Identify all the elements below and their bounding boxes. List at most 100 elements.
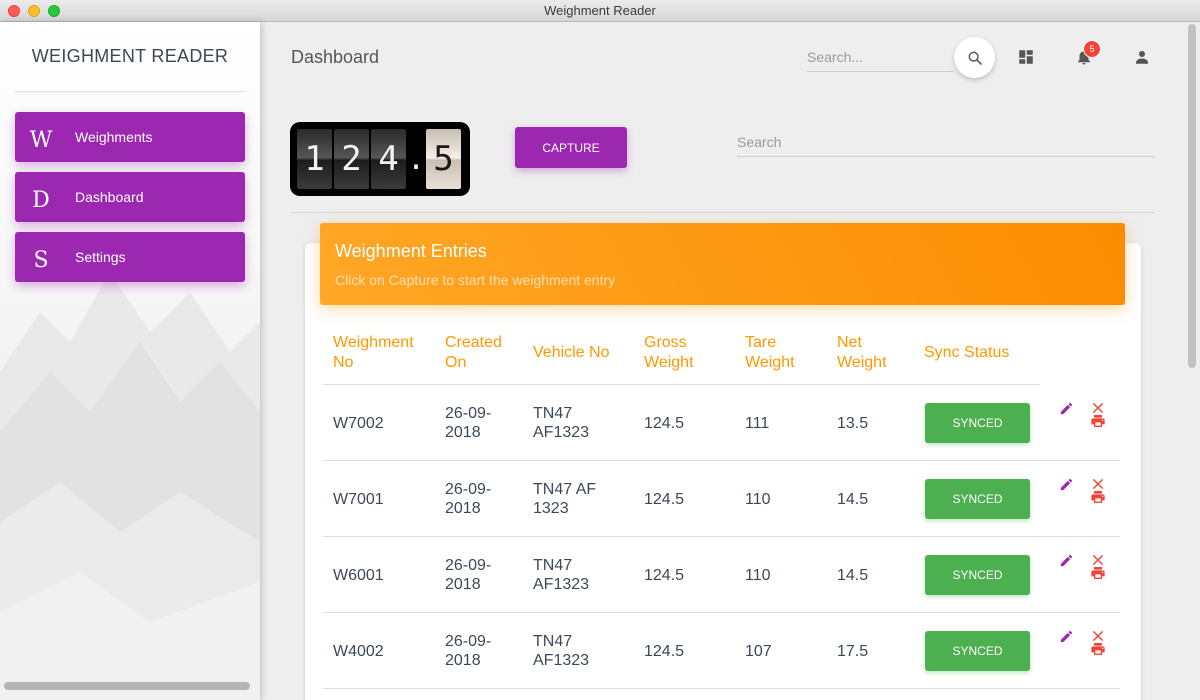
edit-button[interactable] bbox=[1057, 399, 1075, 417]
dashboard-button[interactable] bbox=[1014, 45, 1038, 69]
page-title: Dashboard bbox=[291, 47, 380, 67]
cell-line: AF1323 bbox=[533, 652, 590, 669]
header-line: Weight bbox=[644, 354, 694, 371]
header-line: Weight bbox=[837, 354, 887, 371]
sidebar-item-label: Weighments bbox=[75, 129, 153, 145]
sidebar-horizontal-scrollbar[interactable] bbox=[4, 682, 250, 690]
cell-weighment-no: W4002 bbox=[333, 642, 384, 660]
window-controls bbox=[8, 5, 60, 17]
window-title: Weighment Reader bbox=[544, 3, 656, 18]
column-header-weighment-no[interactable]: Weighment No bbox=[333, 333, 414, 373]
capture-button[interactable]: CAPTURE bbox=[515, 127, 627, 168]
cell-weighment-no: W7002 bbox=[333, 414, 384, 432]
print-button[interactable] bbox=[1089, 640, 1107, 658]
table-row: W7002 26-09- 2018 TN47 AF1323 124.5 111 13… bbox=[323, 385, 1120, 461]
column-header-gross-weight[interactable]: Gross Weight bbox=[644, 333, 694, 373]
sync-status-button[interactable]: SYNCED bbox=[925, 403, 1030, 443]
column-header-sync-status[interactable]: Sync Status bbox=[924, 343, 1009, 363]
pencil-icon bbox=[1060, 478, 1072, 490]
column-header-vehicle-no[interactable]: Vehicle No bbox=[533, 343, 610, 363]
cell-tare-weight: 111 bbox=[745, 414, 770, 432]
cell-line: 2018 bbox=[445, 576, 481, 593]
sync-status-button[interactable]: SYNCED bbox=[925, 631, 1030, 671]
sidebar-item-weighments[interactable]: W Weighments bbox=[15, 112, 245, 162]
pencil-icon bbox=[1060, 402, 1072, 414]
cell-vehicle-no: TN47 AF1323 bbox=[533, 537, 589, 613]
sync-status-button[interactable]: SYNCED bbox=[925, 555, 1030, 595]
cell-gross-weight: 124.5 bbox=[644, 566, 685, 584]
cell-net-weight: 13.5 bbox=[837, 414, 869, 432]
cell-line: TN47 AF bbox=[533, 481, 597, 498]
scale-decimal-point: . bbox=[406, 141, 426, 177]
print-button[interactable] bbox=[1089, 412, 1107, 430]
window-titlebar: Weighment Reader bbox=[0, 0, 1200, 22]
cell-line: TN47 bbox=[533, 633, 573, 650]
cell-line: AF1323 bbox=[533, 424, 590, 441]
print-button[interactable] bbox=[1089, 564, 1107, 582]
scale-digit: 1 bbox=[297, 129, 332, 189]
header-search-input[interactable] bbox=[807, 42, 954, 72]
header-line: Weight bbox=[745, 354, 795, 371]
dashboard-icon bbox=[1019, 50, 1033, 64]
edit-button[interactable] bbox=[1057, 475, 1075, 493]
sync-status-button[interactable]: SYNCED bbox=[925, 479, 1030, 519]
sidebar-item-settings[interactable]: S Settings bbox=[15, 232, 245, 282]
cell-created-on: 26-09- 2018 bbox=[445, 461, 491, 537]
entries-search-input[interactable] bbox=[737, 128, 1155, 157]
printer-icon bbox=[1091, 567, 1105, 579]
table-row: W6001 26-09- 2018 TN47 AF1323 124.5 110 14… bbox=[323, 537, 1120, 613]
app-brand: WEIGHMENT READER bbox=[15, 22, 245, 92]
sidebar-item-dashboard[interactable]: D Dashboard bbox=[15, 172, 245, 222]
header-line: Vehicle No bbox=[533, 344, 610, 361]
pencil-icon bbox=[1060, 630, 1072, 642]
card-title: Weighment Entries bbox=[335, 241, 487, 261]
header-line: Weighment bbox=[333, 334, 414, 351]
cell-line: AF1323 bbox=[533, 576, 590, 593]
cell-tare-weight: 110 bbox=[745, 566, 771, 584]
header-line: On bbox=[445, 354, 467, 371]
sidebar-item-label: Settings bbox=[75, 249, 126, 265]
main-vertical-scrollbar[interactable] bbox=[1188, 24, 1196, 368]
header-line: Created bbox=[445, 334, 502, 351]
cell-gross-weight: 124.5 bbox=[644, 490, 685, 508]
card-header: Weighment Entries Click on Capture to st… bbox=[320, 223, 1125, 305]
window-minimize-button[interactable] bbox=[28, 5, 40, 17]
cell-weighment-no: W7001 bbox=[333, 490, 384, 508]
cell-gross-weight: 124.5 bbox=[644, 642, 685, 660]
printer-icon bbox=[1091, 643, 1105, 655]
cell-line: 2018 bbox=[445, 500, 481, 517]
account-button[interactable] bbox=[1130, 45, 1154, 69]
cell-line: 1323 bbox=[533, 500, 569, 517]
print-button[interactable] bbox=[1089, 488, 1107, 506]
edit-button[interactable] bbox=[1057, 551, 1075, 569]
column-header-tare-weight[interactable]: Tare Weight bbox=[745, 333, 795, 373]
window-close-button[interactable] bbox=[8, 5, 20, 17]
sidebar-item-letter: D bbox=[32, 187, 50, 213]
cell-line: TN47 bbox=[533, 557, 573, 574]
cell-tare-weight: 110 bbox=[745, 490, 771, 508]
cell-vehicle-no: TN47 AF 1323 bbox=[533, 461, 596, 537]
header-line: Tare bbox=[745, 334, 777, 351]
scale-digit: 2 bbox=[334, 129, 369, 189]
cell-vehicle-no: TN47 AF1323 bbox=[533, 613, 589, 689]
cell-vehicle-no: TN47 AF1323 bbox=[533, 385, 589, 461]
scale-digit: 4 bbox=[371, 129, 406, 189]
person-icon bbox=[1136, 51, 1148, 64]
sidebar: WEIGHMENT READER W Weighments D Dashboar… bbox=[0, 22, 260, 700]
sidebar-item-letter: W bbox=[29, 127, 53, 153]
window-maximize-button[interactable] bbox=[48, 5, 60, 17]
header-search-button[interactable] bbox=[954, 37, 995, 78]
column-header-created-on[interactable]: Created On bbox=[445, 333, 502, 373]
cell-created-on: 26-09- 2018 bbox=[445, 385, 491, 461]
cell-created-on: 26-09- 2018 bbox=[445, 537, 491, 613]
scale-fraction-digit: 5 bbox=[426, 129, 461, 189]
edit-button[interactable] bbox=[1057, 627, 1075, 645]
table-row: W4002 26-09- 2018 TN47 AF1323 124.5 107 17… bbox=[323, 613, 1120, 689]
cell-line: 26-09- bbox=[445, 405, 492, 422]
scale-weight-display: 1 2 4 . 5 bbox=[290, 122, 470, 196]
cell-line: 26-09- bbox=[445, 633, 492, 650]
column-header-net-weight[interactable]: Net Weight bbox=[837, 333, 887, 373]
sidebar-item-letter: S bbox=[33, 247, 49, 273]
cell-line: 26-09- bbox=[445, 557, 492, 574]
cell-line: TN47 bbox=[533, 405, 573, 422]
